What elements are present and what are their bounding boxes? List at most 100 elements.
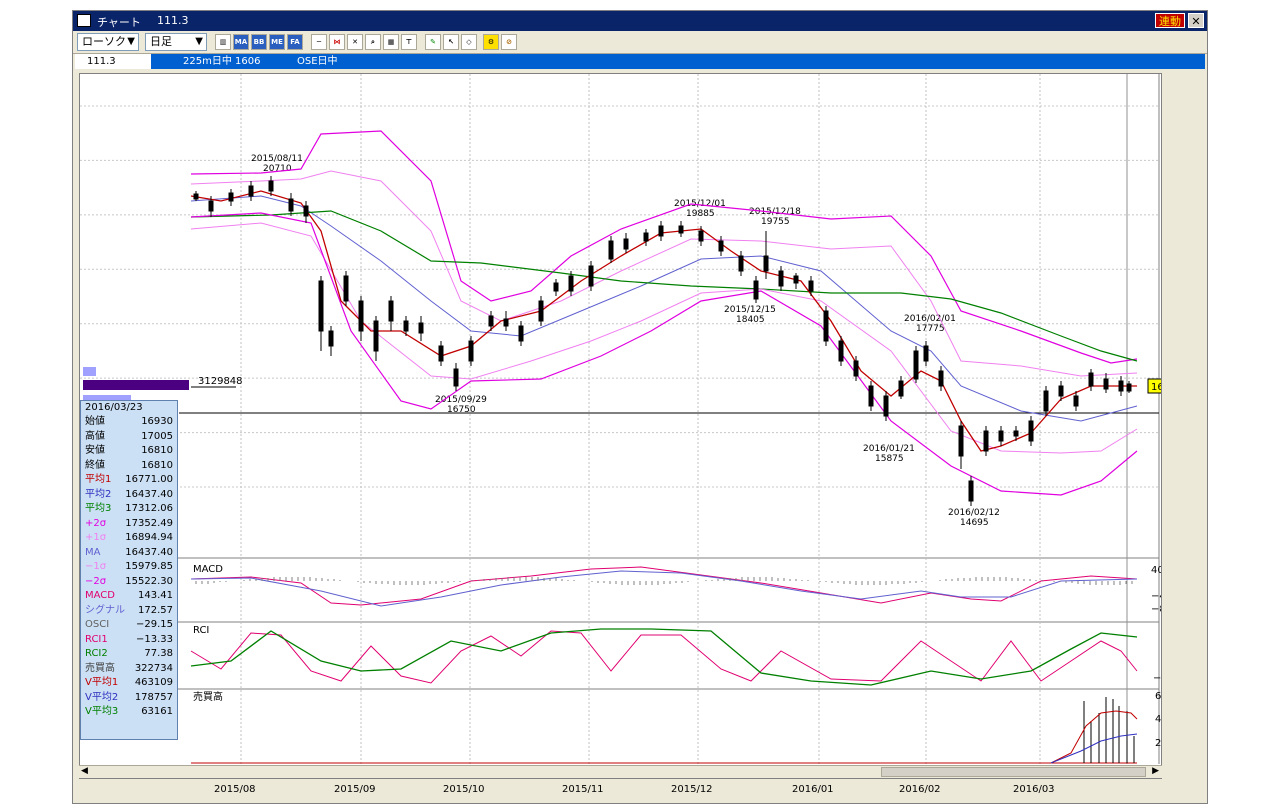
annotation-price: 18405 bbox=[736, 315, 765, 325]
ma-button[interactable]: MA bbox=[233, 34, 249, 50]
candle-body bbox=[808, 280, 814, 292]
pointer-icon[interactable]: ↖ bbox=[443, 34, 459, 50]
annotation-date: 2015/12/18 bbox=[749, 207, 801, 217]
candle-body bbox=[468, 340, 474, 362]
candle-body bbox=[753, 280, 759, 300]
annotation-price: 15875 bbox=[875, 454, 904, 464]
data-panel-label: 始値 bbox=[85, 416, 105, 427]
me-button[interactable]: ME bbox=[269, 34, 285, 50]
window-symbol: 111.3 bbox=[157, 14, 189, 27]
data-panel-label: V平均3 bbox=[85, 706, 119, 717]
data-panel-value: 16810 bbox=[141, 459, 173, 471]
bb-button[interactable]: BB bbox=[251, 34, 267, 50]
annotation-date: 2015/08/11 bbox=[251, 154, 303, 164]
period-dropdown[interactable]: 日足 ▼ bbox=[145, 33, 207, 51]
fibonacci-icon[interactable]: ⋈ bbox=[329, 34, 345, 50]
volume-ref-bar bbox=[83, 367, 96, 376]
volume-ref-bar bbox=[83, 380, 189, 390]
data-panel-label: RCI2 bbox=[85, 648, 108, 659]
data-panel-label: 平均2 bbox=[85, 488, 112, 500]
data-panel-value: 16930 bbox=[141, 416, 173, 427]
candle-body bbox=[623, 238, 629, 250]
candle-body bbox=[503, 318, 509, 327]
candle-body bbox=[403, 320, 409, 332]
data-panel-date: 2016/03/23 bbox=[85, 402, 143, 413]
x-axis-label: 2015/12 bbox=[671, 784, 713, 795]
data-panel-value: 16437.40 bbox=[125, 546, 173, 558]
volume-ma1 bbox=[1050, 710, 1138, 764]
short-ma-line bbox=[190, 190, 1137, 452]
candle-body bbox=[913, 350, 919, 380]
candle-body bbox=[983, 430, 989, 452]
fa-button[interactable]: FA bbox=[287, 34, 303, 50]
info-symbol: 111.3 bbox=[75, 54, 151, 69]
grid-icon[interactable]: ▦ bbox=[383, 34, 399, 50]
settings-icon[interactable]: ⚙ bbox=[483, 34, 499, 50]
data-panel-row: 平均2 16437.40 bbox=[81, 488, 177, 503]
data-panel-row: RCI1 −13.33 bbox=[81, 633, 177, 648]
scroll-left-icon[interactable]: ◀ bbox=[81, 766, 88, 776]
data-panel-value: −29.15 bbox=[135, 619, 173, 630]
candle-body bbox=[718, 240, 724, 252]
candle-body bbox=[1126, 383, 1132, 392]
volume-axis-tick: 200000 bbox=[1155, 738, 1161, 749]
candle-body bbox=[303, 205, 309, 217]
annotation-price: 19755 bbox=[761, 217, 790, 227]
candle-body bbox=[228, 192, 234, 202]
scroll-right-icon[interactable]: ▶ bbox=[1152, 766, 1159, 776]
trendline-icon[interactable]: ─ bbox=[311, 34, 327, 50]
candle-body bbox=[438, 345, 444, 362]
volume-panel-label: 売買高 bbox=[193, 690, 223, 703]
data-panel-value: 16437.40 bbox=[125, 488, 173, 500]
scroll-thumb[interactable] bbox=[881, 767, 1146, 777]
rci-panel-label: RCI bbox=[193, 625, 209, 636]
data-panel-row: MACD 143.41 bbox=[81, 589, 177, 604]
current-price-label: 16865 bbox=[1151, 382, 1161, 393]
candle-body bbox=[568, 275, 574, 292]
data-panel-row: 平均3 17312.06 bbox=[81, 502, 177, 517]
data-panel-row: RCI2 77.38 bbox=[81, 647, 177, 662]
candle-body bbox=[358, 300, 364, 332]
candle-body bbox=[418, 322, 424, 334]
title-bar: チャート 111.3 連動 ✕ bbox=[73, 11, 1207, 31]
data-panel-row: MA 16437.40 bbox=[81, 546, 177, 561]
data-panel-row: シグナル 172.57 bbox=[81, 604, 177, 619]
horizontal-scrollbar[interactable]: ◀ ▶ bbox=[79, 765, 1162, 778]
data-panel-row: −1σ 15979.85 bbox=[81, 560, 177, 575]
data-panel-value: 16810 bbox=[141, 445, 173, 456]
window-title: チャート bbox=[97, 16, 141, 29]
volume-ma2 bbox=[1050, 733, 1138, 764]
candle-body bbox=[658, 225, 664, 237]
chart-area[interactable]: 2200021000200001900018000170001600015000… bbox=[79, 73, 1162, 779]
candle-body bbox=[793, 275, 799, 284]
data-panel-row: 高値 17005 bbox=[81, 430, 177, 445]
macd-axis-tick: −800 bbox=[1151, 604, 1161, 615]
candle-body bbox=[838, 340, 844, 362]
candle-body bbox=[318, 280, 324, 332]
data-panel-label: +1σ bbox=[85, 532, 107, 543]
candle-body bbox=[608, 240, 614, 260]
close-icon[interactable]: ✕ bbox=[1188, 13, 1204, 28]
data-panel-label: V平均1 bbox=[85, 677, 119, 688]
bollinger-lower-2 bbox=[190, 212, 1138, 496]
chart-type-dropdown[interactable]: ローソク ▼ bbox=[77, 33, 139, 51]
ma-line bbox=[190, 195, 1138, 422]
delete-line-icon[interactable]: ⊘ bbox=[501, 34, 517, 50]
candle-body bbox=[518, 325, 524, 342]
zoom-icon[interactable]: ⌕ bbox=[365, 34, 381, 50]
compare-icon[interactable]: ▥ bbox=[215, 34, 231, 50]
data-panel-row: +2σ 17352.49 bbox=[81, 517, 177, 532]
cross-icon[interactable]: ✕ bbox=[347, 34, 363, 50]
annotation-date: 2016/02/12 bbox=[948, 508, 1000, 518]
annotation-date: 2016/02/01 bbox=[904, 314, 956, 324]
chart-svg: 2200021000200001900018000170001600015000… bbox=[80, 74, 1161, 764]
eraser-icon[interactable]: ◇ bbox=[461, 34, 477, 50]
info-contract: 225m日中 1606 bbox=[183, 56, 261, 67]
split-icon[interactable]: ⊤ bbox=[401, 34, 417, 50]
pen-icon[interactable]: ✎ bbox=[425, 34, 441, 50]
linked-button[interactable]: 連動 bbox=[1155, 13, 1185, 28]
data-panel-value: 15522.30 bbox=[125, 575, 173, 587]
candle-body bbox=[1058, 385, 1064, 397]
data-panel-label: +2σ bbox=[85, 517, 107, 529]
candle-body bbox=[763, 255, 769, 272]
